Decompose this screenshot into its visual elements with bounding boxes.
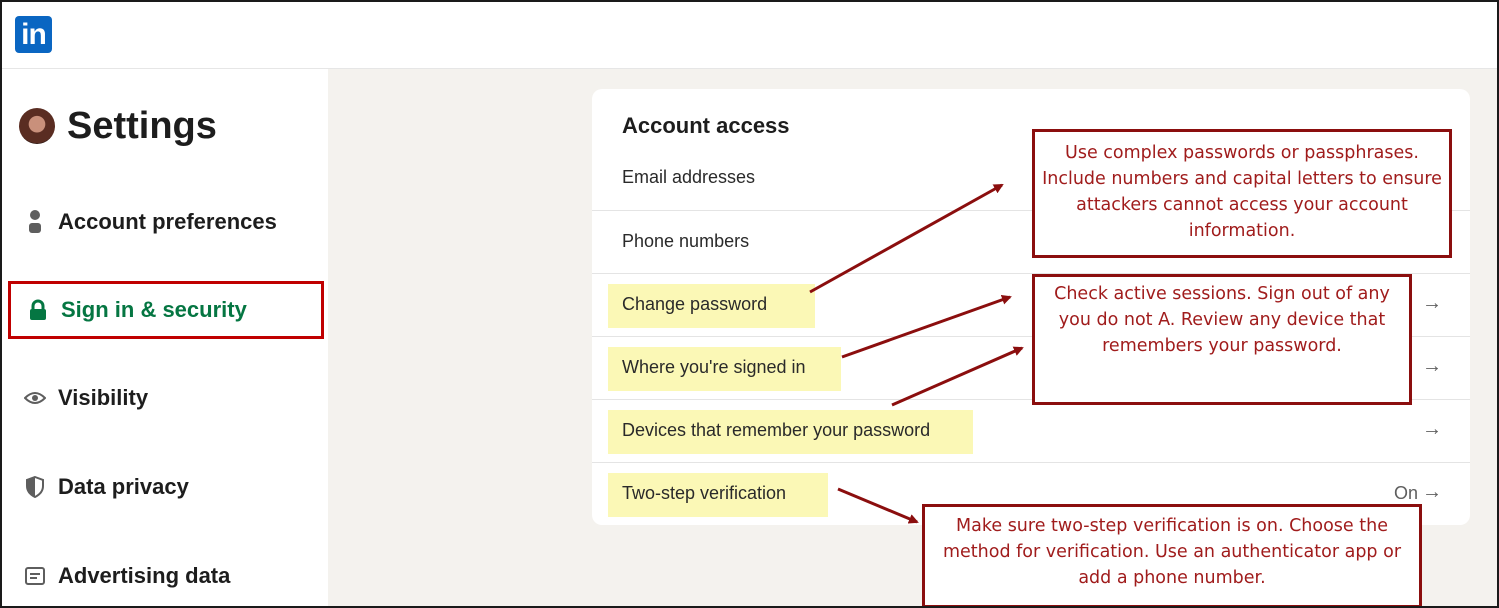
callout-password-tip: Use complex passwords or passphrases. In… [1032, 129, 1452, 258]
arrow-to-where-signed-in [841, 294, 1012, 359]
arrow-to-two-step [837, 487, 919, 524]
arrow-to-devices [891, 346, 1024, 407]
screenshot-frame: in Settings Account preferences Sign in … [0, 0, 1499, 608]
callout-two-step-tip: Make sure two-step verification is on. C… [922, 504, 1422, 606]
callout-sessions-tip: Check active sessions. Sign out of any y… [1032, 274, 1412, 405]
arrow-to-change-password [809, 183, 1004, 294]
